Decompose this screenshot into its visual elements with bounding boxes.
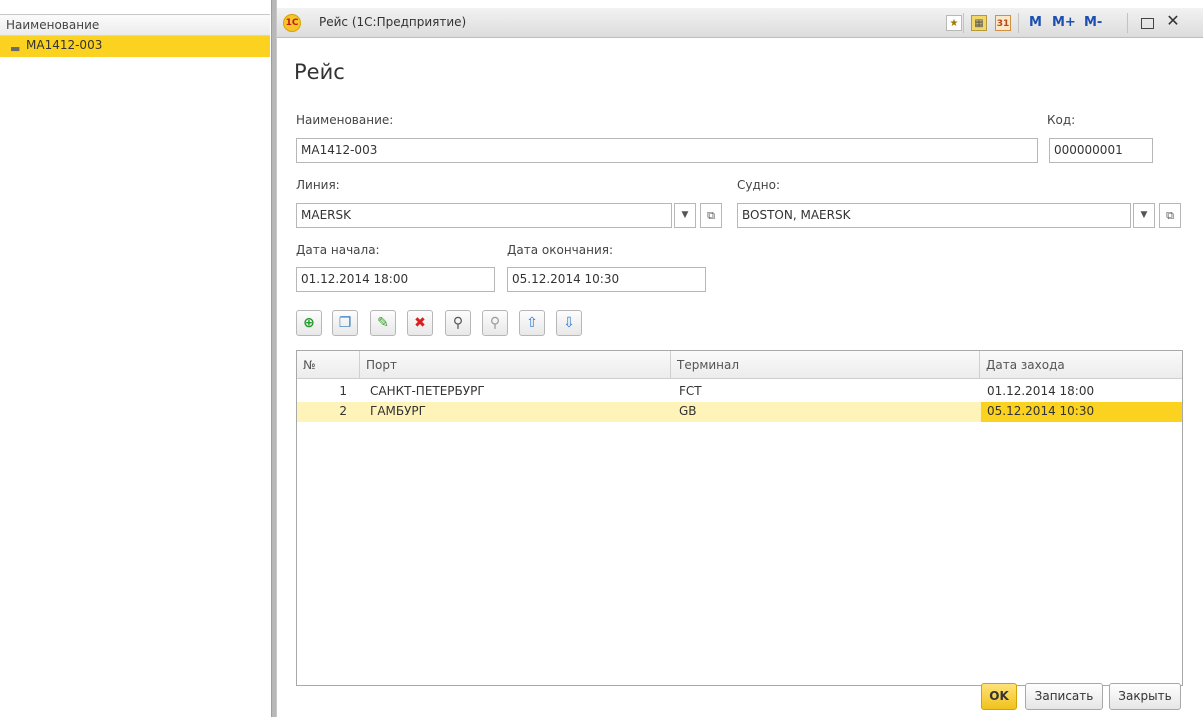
name-field[interactable]: MA1412-003 bbox=[296, 138, 1038, 163]
name-label: Наименование: bbox=[296, 113, 394, 127]
table-row[interactable]: 1 САНКТ-ПЕТЕРБУРГ FCT 01.12.2014 18:00 bbox=[297, 382, 1182, 402]
close-button[interactable]: Закрыть bbox=[1109, 683, 1181, 710]
window-titlebar[interactable]: 1С Рейс (1С:Предприятие) ★ ▦ 31 M M+ M- … bbox=[277, 8, 1203, 38]
table-header: № Порт Терминал Дата захода bbox=[297, 351, 1182, 379]
move-up-button[interactable]: ⇧ bbox=[519, 310, 545, 336]
cell-terminal: FCT bbox=[679, 384, 702, 398]
cell-num: 1 bbox=[339, 384, 347, 398]
col-header-port[interactable]: Порт bbox=[360, 351, 671, 379]
cell-date-focused[interactable]: 05.12.2014 10:30 bbox=[981, 402, 1182, 422]
close-icon[interactable]: ✕ bbox=[1165, 13, 1181, 29]
memory-store-button[interactable]: M bbox=[1029, 15, 1042, 30]
cell-num: 2 bbox=[339, 404, 347, 418]
trip-window: 1С Рейс (1С:Предприятие) ★ ▦ 31 M M+ M- … bbox=[277, 0, 1203, 717]
delete-row-button[interactable]: ✖ bbox=[407, 310, 433, 336]
toolbar-separator bbox=[963, 13, 964, 33]
cell-date: 01.12.2014 18:00 bbox=[987, 384, 1095, 398]
col-header-num[interactable]: № bbox=[297, 351, 360, 379]
list-panel: Наименование ▬ MA1412-003 bbox=[0, 0, 272, 717]
list-item-label: MA1412-003 bbox=[26, 38, 103, 52]
start-date-label: Дата начала: bbox=[296, 243, 380, 257]
start-date-field[interactable]: 01.12.2014 18:00 bbox=[296, 267, 495, 292]
add-icon: ⊕ bbox=[303, 315, 315, 331]
memory-add-button[interactable]: M+ bbox=[1052, 15, 1076, 30]
favorites-star-icon[interactable]: ★ bbox=[946, 15, 962, 31]
line-dropdown-icon[interactable]: ▼ bbox=[674, 203, 696, 228]
toolbar-separator bbox=[1018, 13, 1019, 33]
col-header-date[interactable]: Дата захода bbox=[980, 351, 1182, 379]
vessel-dropdown-icon[interactable]: ▼ bbox=[1133, 203, 1155, 228]
cell-terminal: GB bbox=[679, 404, 697, 418]
list-column-header[interactable]: Наименование bbox=[0, 14, 270, 36]
edit-pencil-icon: ✎ bbox=[377, 315, 389, 331]
cell-port: ГАМБУРГ bbox=[370, 404, 426, 418]
line-field[interactable]: MAERSK bbox=[296, 203, 672, 228]
copy-icon: ❐ bbox=[338, 315, 352, 331]
window-title: Рейс (1С:Предприятие) bbox=[319, 15, 467, 29]
item-marker-icon: ▬ bbox=[10, 42, 21, 55]
form-title: Рейс bbox=[294, 60, 345, 84]
copy-row-button[interactable]: ❐ bbox=[332, 310, 358, 336]
end-date-field[interactable]: 05.12.2014 10:30 bbox=[507, 267, 706, 292]
edit-row-button[interactable]: ✎ bbox=[370, 310, 396, 336]
1c-logo-icon[interactable]: 1С bbox=[283, 14, 301, 32]
move-down-button[interactable]: ⇩ bbox=[556, 310, 582, 336]
calculator-icon[interactable]: ▦ bbox=[971, 15, 987, 31]
code-field[interactable]: 000000001 bbox=[1049, 138, 1153, 163]
ports-table[interactable]: № Порт Терминал Дата захода 1 САНКТ-ПЕТЕ… bbox=[296, 350, 1183, 686]
vessel-field[interactable]: BOSTON, MAERSK bbox=[737, 203, 1131, 228]
end-date-label: Дата окончания: bbox=[507, 243, 614, 257]
delete-icon: ✖ bbox=[414, 315, 426, 331]
memory-subtract-button[interactable]: M- bbox=[1084, 15, 1102, 30]
line-label: Линия: bbox=[296, 178, 340, 192]
ok-button[interactable]: OK bbox=[981, 683, 1017, 710]
search-button[interactable]: ⚲ bbox=[445, 310, 471, 336]
col-header-terminal[interactable]: Терминал bbox=[671, 351, 980, 379]
vessel-label: Судно: bbox=[737, 178, 781, 192]
save-button[interactable]: Записать bbox=[1025, 683, 1103, 710]
cancel-search-button[interactable]: ⚲ bbox=[482, 310, 508, 336]
search-icon: ⚲ bbox=[452, 315, 464, 331]
vessel-open-icon[interactable]: ⧉ bbox=[1159, 203, 1181, 228]
toolbar-separator bbox=[1127, 13, 1128, 33]
cell-port: САНКТ-ПЕТЕРБУРГ bbox=[370, 384, 485, 398]
calendar-icon[interactable]: 31 bbox=[995, 15, 1011, 31]
maximize-icon[interactable] bbox=[1141, 18, 1154, 29]
code-label: Код: bbox=[1047, 113, 1076, 127]
table-row-selected[interactable]: 2 ГАМБУРГ GB 05.12.2014 10:30 bbox=[297, 402, 1182, 422]
cancel-search-icon: ⚲ bbox=[489, 315, 501, 331]
line-open-icon[interactable]: ⧉ bbox=[700, 203, 722, 228]
list-item[interactable]: ▬ MA1412-003 bbox=[0, 36, 270, 57]
arrow-down-icon: ⇩ bbox=[563, 315, 575, 331]
arrow-up-icon: ⇧ bbox=[526, 315, 538, 331]
add-row-button[interactable]: ⊕ bbox=[296, 310, 322, 336]
